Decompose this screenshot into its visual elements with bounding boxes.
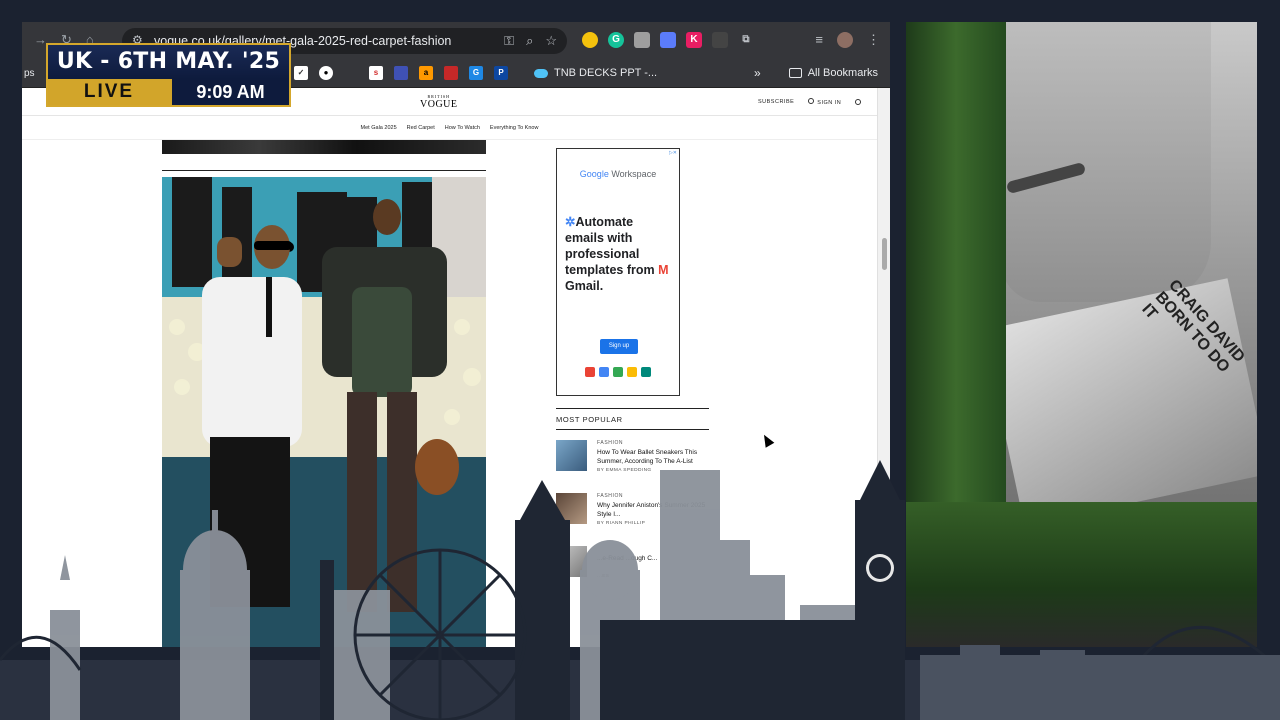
- ad-brand-google: Google: [579, 169, 609, 179]
- extension-k-icon[interactable]: K: [686, 32, 702, 48]
- grammarly-icon[interactable]: G: [608, 32, 624, 48]
- meet-app-icon: [641, 367, 651, 377]
- article-thumbnail[interactable]: [556, 440, 587, 471]
- bookmark-tnb-label: TNB DECKS PPT -...: [554, 67, 658, 79]
- google-workspace-ad[interactable]: ▷✕ Google Workspace ✲Automate emails wit…: [556, 148, 680, 396]
- workspace-app-icons: [585, 367, 651, 377]
- article-title[interactable]: Why Jennifer Aniston's Summer 2025 Style…: [597, 502, 712, 519]
- article-title[interactable]: ...e-Read ...ough C...: [597, 555, 712, 564]
- vogue-logo[interactable]: BRITISH VOGUE: [420, 94, 458, 110]
- bookmark-tv-icon[interactable]: [394, 66, 408, 80]
- docs-app-icon: [627, 367, 637, 377]
- logo-big-text: VOGUE: [420, 99, 458, 110]
- article-byline: BY RIANN PHILLIP: [597, 521, 646, 526]
- toolbar-right: ≡ ⋮: [815, 32, 880, 48]
- subnav-red-carpet[interactable]: Red Carpet: [407, 116, 435, 139]
- extension-blue-icon[interactable]: [660, 32, 676, 48]
- media-controls-icon[interactable]: ≡: [815, 32, 823, 48]
- ivy-bottom: [906, 502, 1257, 647]
- password-key-icon[interactable]: ⚿: [504, 33, 514, 49]
- ticker-bar: LIVE 9:09 AM: [48, 79, 289, 105]
- bookmark-icons: ✓ ● s a G P: [294, 66, 508, 80]
- header-actions: SUBSCRIBE SIGN IN: [758, 98, 862, 106]
- gallery-photo[interactable]: [162, 177, 486, 647]
- ad-signup-button[interactable]: Sign up: [600, 339, 638, 354]
- subnav-met-gala-2025[interactable]: Met Gala 2025: [361, 116, 397, 139]
- web-page: BRITISH VOGUE SUBSCRIBE SIGN IN Met Gala…: [22, 88, 890, 647]
- ad-brand-workspace: Workspace: [611, 169, 657, 179]
- live-ticker: UK - 6TH MAY. '25 LIVE 9:09 AM: [46, 43, 291, 107]
- bookmark-blank-icon[interactable]: [344, 66, 358, 80]
- article-byline: ...ES: [597, 574, 610, 579]
- article-title[interactable]: How To Wear Ballet Sneakers This Summer,…: [597, 449, 712, 466]
- drive-app-icon: [613, 367, 623, 377]
- browser-window: → ↻ ⌂ ⚙ vogue.co.uk/gallery/met-gala-202…: [22, 22, 890, 647]
- all-bookmarks-button[interactable]: All Bookmarks: [788, 67, 878, 79]
- bookmark-gif-icon[interactable]: G: [469, 66, 483, 80]
- most-popular-item[interactable]: FASHION How To Wear Ballet Sneakers This…: [556, 440, 716, 476]
- subnav-everything-to-know[interactable]: Everything To Know: [490, 116, 539, 139]
- article-byline: BY EMMA SPEDDING: [597, 468, 652, 473]
- ad-choices-icon[interactable]: ▷✕: [669, 150, 677, 156]
- bookmark-nike-icon[interactable]: ✓: [294, 66, 308, 80]
- bookmark-star-icon[interactable]: ☆: [545, 33, 557, 49]
- article-category: FASHION: [597, 493, 624, 499]
- cloud-icon: [534, 68, 548, 78]
- ad-copy: ✲Automate emails with professional templ…: [565, 214, 675, 294]
- profile-avatar[interactable]: [837, 32, 853, 48]
- extension-grey-icon[interactable]: [634, 32, 650, 48]
- gmail-icon: M: [658, 263, 669, 277]
- bookmark-amazon-icon[interactable]: a: [419, 66, 433, 80]
- sign-in-label: SIGN IN: [817, 100, 842, 106]
- ad-brand: Google Workspace: [557, 169, 679, 179]
- bookmark-sky-icon[interactable]: s: [369, 66, 383, 80]
- extensions-puzzle-icon[interactable]: ⧉: [738, 32, 754, 48]
- address-bar-actions: ⚿ ⌕ ☆: [504, 33, 557, 49]
- user-icon: [808, 98, 815, 104]
- bookmark-circle-icon[interactable]: ●: [319, 66, 333, 80]
- sign-in-link[interactable]: SIGN IN: [808, 98, 841, 106]
- bookmark-paypal-icon[interactable]: P: [494, 66, 508, 80]
- bookmark-fragment[interactable]: ps: [24, 68, 35, 79]
- bookmarks-overflow-icon[interactable]: »: [754, 66, 761, 80]
- bookmark-tnb-decks[interactable]: TNB DECKS PPT -...: [534, 67, 657, 79]
- most-popular-heading: MOST POPULAR: [556, 408, 709, 430]
- ad-copy-gmail: Gmail.: [565, 279, 604, 293]
- article-thumbnail[interactable]: [556, 493, 587, 524]
- previous-gallery-photo: [162, 140, 486, 154]
- article-category: FASHION: [597, 440, 624, 446]
- record-sleeve: [982, 278, 1257, 526]
- subscribe-link[interactable]: SUBSCRIBE: [758, 99, 794, 105]
- zoom-icon[interactable]: ⌕: [526, 33, 533, 49]
- sub-navigation: Met Gala 2025 Red Carpet How To Watch Ev…: [22, 116, 877, 140]
- page-scrollbar[interactable]: [877, 88, 890, 647]
- ad-copy-text: Automate emails with professional templa…: [565, 215, 655, 277]
- scrollbar-thumb[interactable]: [882, 238, 887, 270]
- subnav-how-to-watch[interactable]: How To Watch: [445, 116, 480, 139]
- ticker-date: UK - 6TH MAY. '25: [48, 45, 289, 79]
- gmail-app-icon: [585, 367, 595, 377]
- search-icon[interactable]: [855, 99, 862, 105]
- mouse-cursor-icon: [759, 432, 775, 448]
- article-thumbnail[interactable]: [556, 546, 587, 577]
- extension-dark-icon[interactable]: [712, 32, 728, 48]
- live-badge: LIVE: [83, 81, 135, 102]
- ticker-time: 9:09 AM: [172, 79, 289, 105]
- calendar-app-icon: [599, 367, 609, 377]
- video-feed: CRAIG DAVID BORN TO DO IT: [906, 22, 1257, 647]
- most-popular-item[interactable]: ...e-Read ...ough C... ...ES: [556, 546, 716, 582]
- menu-kebab-icon[interactable]: ⋮: [867, 32, 880, 48]
- divider: [162, 170, 486, 171]
- hand-image: [1001, 22, 1211, 302]
- red-carpet-photo-illustration: [162, 177, 486, 647]
- folder-icon: [788, 68, 802, 78]
- extension-yellow-icon[interactable]: [582, 32, 598, 48]
- extension-icons: G K ⧉: [582, 32, 754, 48]
- bookmark-red-icon[interactable]: [444, 66, 458, 80]
- gear-icon: ✲: [565, 215, 576, 229]
- all-bookmarks-label: All Bookmarks: [807, 67, 878, 79]
- most-popular-item[interactable]: FASHION Why Jennifer Aniston's Summer 20…: [556, 493, 716, 529]
